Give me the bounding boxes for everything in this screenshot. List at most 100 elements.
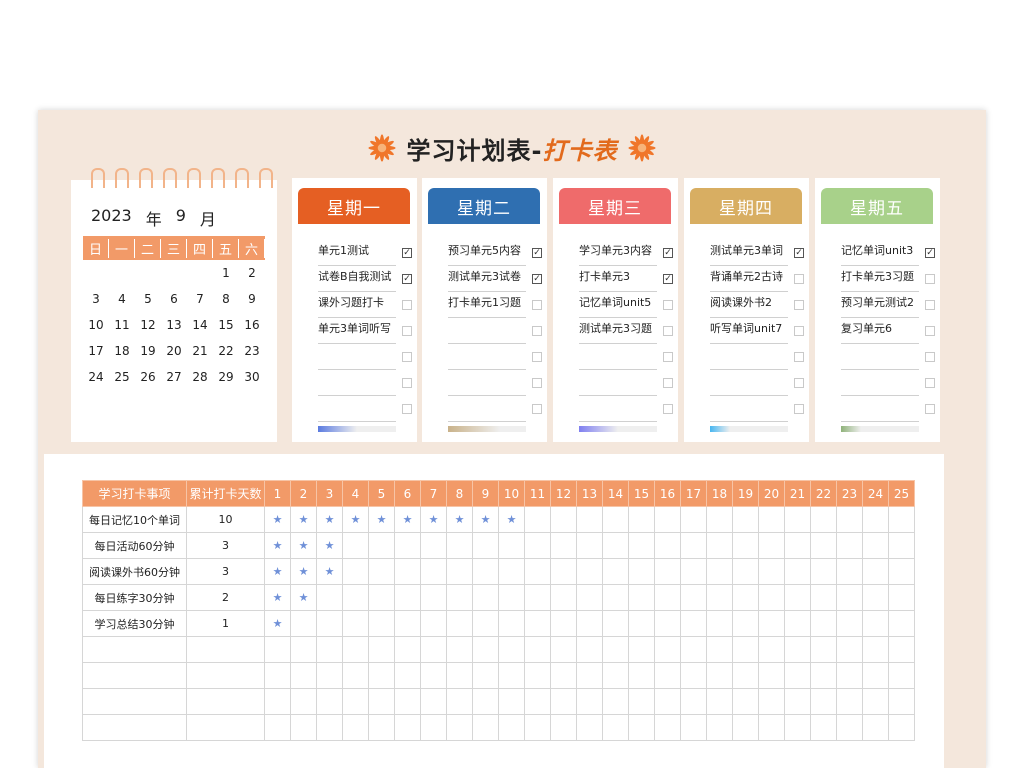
tracker-day-cell[interactable]: ★ — [420, 506, 447, 533]
task-checkbox[interactable]: ✓ — [402, 248, 412, 258]
tracker-day-cell[interactable] — [758, 558, 785, 585]
task-item[interactable] — [579, 370, 657, 396]
tracker-day-cell[interactable]: ★ — [446, 506, 473, 533]
tracker-day-cell[interactable] — [290, 662, 317, 689]
tracker-day-cell[interactable] — [888, 714, 915, 741]
tracker-day-cell[interactable] — [810, 584, 837, 611]
tracker-day-cell[interactable] — [654, 558, 681, 585]
tracker-day-cell[interactable] — [446, 662, 473, 689]
tracker-day-cell[interactable]: ★ — [290, 532, 317, 559]
tracker-day-cell[interactable] — [550, 688, 577, 715]
tracker-day-cell[interactable] — [862, 532, 889, 559]
tracker-day-cell[interactable] — [628, 506, 655, 533]
task-item[interactable] — [318, 370, 396, 396]
tracker-item-cell[interactable] — [82, 714, 187, 741]
tracker-day-cell[interactable] — [472, 558, 499, 585]
tracker-day-cell[interactable] — [602, 688, 629, 715]
calendar-day[interactable]: 28 — [187, 370, 213, 384]
calendar-day[interactable]: 10 — [83, 318, 109, 332]
calendar-day[interactable]: 27 — [161, 370, 187, 384]
tracker-day-cell[interactable] — [836, 610, 863, 637]
tracker-day-cell[interactable] — [550, 610, 577, 637]
tracker-day-cell[interactable] — [498, 662, 525, 689]
calendar-day[interactable]: 24 — [83, 370, 109, 384]
tracker-day-cell[interactable] — [342, 610, 369, 637]
tracker-day-cell[interactable]: ★ — [264, 610, 291, 637]
tracker-day-cell[interactable] — [758, 714, 785, 741]
tracker-day-cell[interactable] — [602, 532, 629, 559]
tracker-day-cell[interactable] — [784, 610, 811, 637]
tracker-day-cell[interactable]: ★ — [290, 558, 317, 585]
task-checkbox[interactable] — [663, 300, 673, 310]
tracker-day-cell[interactable] — [706, 636, 733, 663]
task-item[interactable] — [448, 318, 526, 344]
calendar-day[interactable]: 25 — [109, 370, 135, 384]
calendar-day[interactable]: 20 — [161, 344, 187, 358]
tracker-day-cell[interactable] — [394, 532, 421, 559]
calendar-day[interactable]: 30 — [239, 370, 265, 384]
tracker-day-cell[interactable] — [316, 584, 343, 611]
tracker-day-cell[interactable] — [628, 714, 655, 741]
tracker-day-cell[interactable] — [810, 636, 837, 663]
tracker-day-cell[interactable] — [290, 714, 317, 741]
tracker-day-cell[interactable] — [654, 688, 681, 715]
tracker-day-cell[interactable] — [836, 662, 863, 689]
tracker-day-cell[interactable] — [342, 714, 369, 741]
task-item[interactable]: 记忆单词unit5 — [579, 292, 657, 318]
tracker-day-cell[interactable] — [836, 584, 863, 611]
tracker-day-cell[interactable] — [394, 558, 421, 585]
tracker-day-cell[interactable] — [732, 610, 759, 637]
tracker-day-cell[interactable]: ★ — [264, 558, 291, 585]
tracker-day-cell[interactable] — [420, 584, 447, 611]
tracker-day-cell[interactable] — [836, 688, 863, 715]
tracker-day-cell[interactable] — [446, 636, 473, 663]
task-checkbox[interactable] — [794, 326, 804, 336]
tracker-total-cell[interactable]: 1 — [186, 610, 265, 637]
tracker-day-cell[interactable] — [550, 532, 577, 559]
calendar-day[interactable]: 14 — [187, 318, 213, 332]
task-item[interactable] — [448, 370, 526, 396]
tracker-day-cell[interactable] — [888, 636, 915, 663]
tracker-day-cell[interactable] — [628, 584, 655, 611]
tracker-day-cell[interactable] — [446, 558, 473, 585]
tracker-day-cell[interactable] — [472, 662, 499, 689]
tracker-day-cell[interactable] — [758, 688, 785, 715]
tracker-day-cell[interactable] — [784, 714, 811, 741]
tracker-day-cell[interactable] — [316, 636, 343, 663]
tracker-day-cell[interactable] — [706, 532, 733, 559]
task-item[interactable]: 学习单元3内容 — [579, 240, 657, 266]
tracker-day-cell[interactable] — [576, 584, 603, 611]
tracker-day-cell[interactable] — [498, 532, 525, 559]
tracker-day-cell[interactable] — [290, 688, 317, 715]
tracker-day-cell[interactable] — [550, 506, 577, 533]
task-checkbox[interactable] — [794, 378, 804, 388]
tracker-day-cell[interactable] — [472, 584, 499, 611]
tracker-day-cell[interactable] — [758, 584, 785, 611]
tracker-day-cell[interactable] — [862, 506, 889, 533]
tracker-day-cell[interactable] — [368, 636, 395, 663]
task-item[interactable]: 预习单元5内容 — [448, 240, 526, 266]
tracker-day-cell[interactable] — [446, 584, 473, 611]
tracker-day-cell[interactable]: ★ — [316, 506, 343, 533]
tracker-day-cell[interactable] — [810, 610, 837, 637]
calendar-day[interactable]: 9 — [239, 292, 265, 306]
task-checkbox[interactable] — [532, 404, 542, 414]
task-item[interactable]: 阅读课外书2 — [710, 292, 788, 318]
tracker-total-cell[interactable]: 2 — [186, 584, 265, 611]
tracker-day-cell[interactable]: ★ — [316, 532, 343, 559]
tracker-total-cell[interactable]: 3 — [186, 532, 265, 559]
calendar-day[interactable]: 26 — [135, 370, 161, 384]
tracker-day-cell[interactable] — [628, 688, 655, 715]
tracker-day-cell[interactable] — [706, 610, 733, 637]
calendar-day[interactable]: 4 — [109, 292, 135, 306]
tracker-day-cell[interactable] — [680, 636, 707, 663]
tracker-day-cell[interactable] — [550, 714, 577, 741]
tracker-day-cell[interactable] — [758, 636, 785, 663]
tracker-day-cell[interactable] — [732, 662, 759, 689]
tracker-day-cell[interactable] — [602, 662, 629, 689]
tracker-day-cell[interactable] — [888, 688, 915, 715]
tracker-day-cell[interactable] — [394, 610, 421, 637]
tracker-day-cell[interactable] — [680, 662, 707, 689]
tracker-day-cell[interactable] — [420, 532, 447, 559]
task-checkbox[interactable] — [663, 404, 673, 414]
